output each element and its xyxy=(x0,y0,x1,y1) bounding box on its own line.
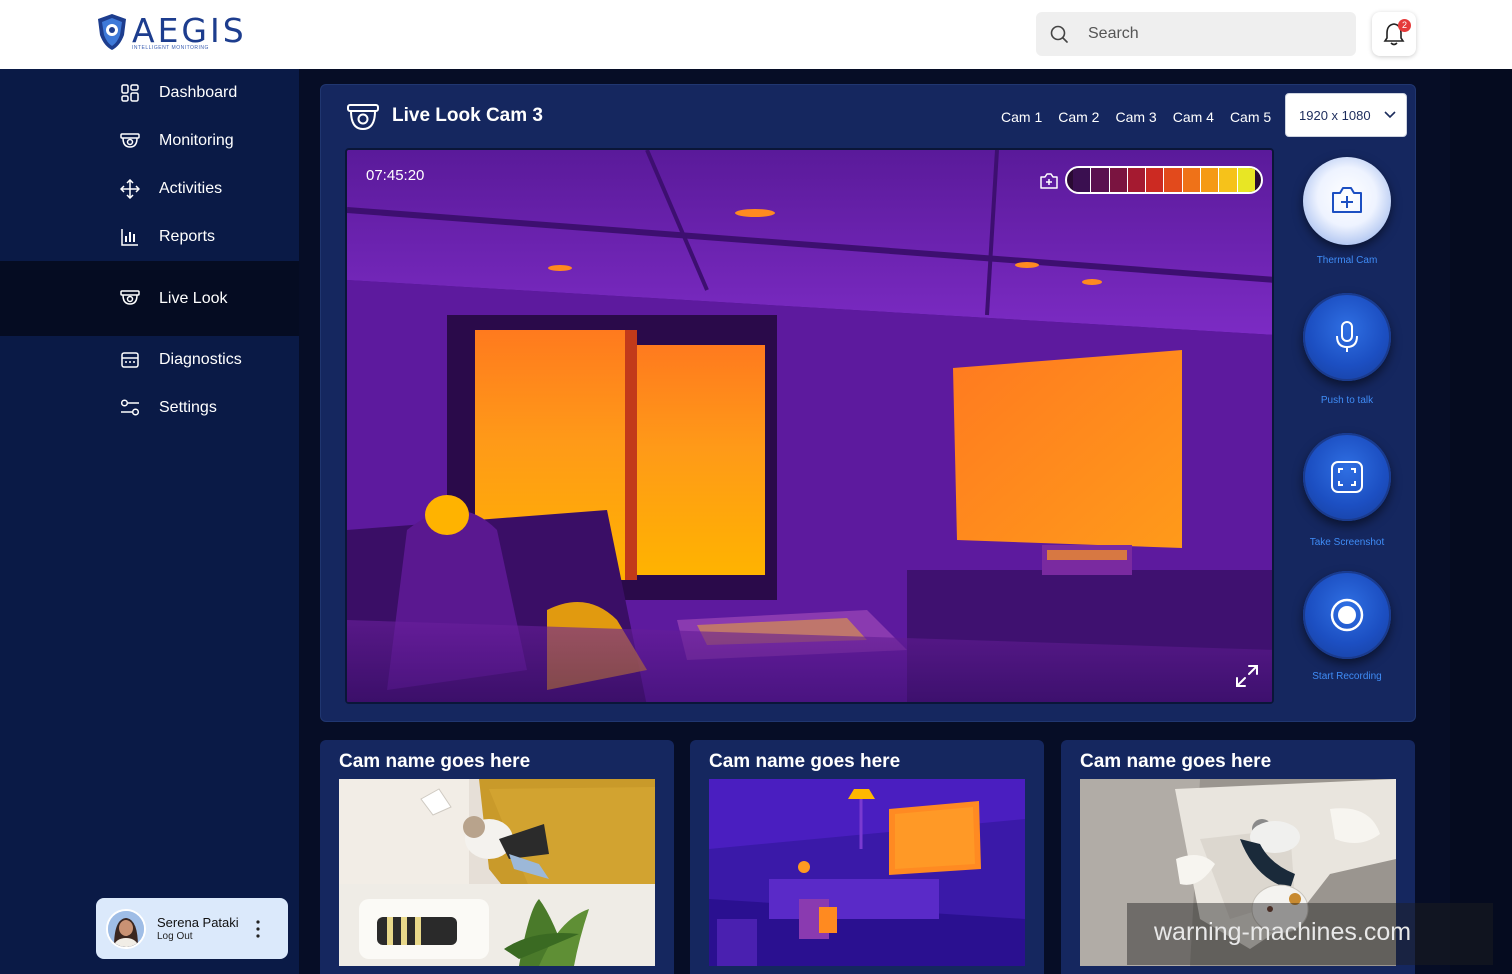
screenshot-icon xyxy=(1331,461,1363,493)
tab-cam-2[interactable]: Cam 2 xyxy=(1058,109,1099,125)
camera-thumbnail[interactable] xyxy=(709,779,1025,966)
camera-thumbnail[interactable] xyxy=(339,779,655,966)
right-edge xyxy=(1450,69,1512,974)
sidebar-item-label: Settings xyxy=(159,399,217,416)
sidebar-item-label: Dashboard xyxy=(159,84,238,101)
brand-tagline: INTELLIGENT MONITORING xyxy=(132,45,209,51)
user-card[interactable]: Serena Pataki Log Out xyxy=(96,898,288,959)
microphone-icon xyxy=(1336,321,1358,352)
camera-icon xyxy=(120,133,140,148)
top-bar: AEGIS INTELLIGENT MONITORING 2 xyxy=(0,0,1512,69)
brand-name: AEGIS xyxy=(132,11,247,50)
sidebar-item-settings[interactable]: Settings xyxy=(0,384,299,432)
push-to-talk-button[interactable] xyxy=(1303,293,1391,381)
camera-card[interactable]: Cam name goes here xyxy=(690,740,1044,974)
sidebar-item-label: Diagnostics xyxy=(159,351,242,368)
watermark: warning-machines.com xyxy=(1127,903,1493,965)
sidebar-item-label: Activities xyxy=(159,180,223,197)
resolution-select[interactable]: 1920 x 1080 xyxy=(1285,93,1407,137)
tab-cam-5[interactable]: Cam 5 xyxy=(1230,109,1271,125)
camera-plus-icon[interactable] xyxy=(1039,172,1059,190)
tab-cam-3[interactable]: Cam 3 xyxy=(1115,109,1156,125)
start-recording-button[interactable] xyxy=(1303,571,1391,659)
take-screenshot-button[interactable] xyxy=(1303,433,1391,521)
notification-badge: 2 xyxy=(1398,19,1411,32)
camera-tabs: Cam 1 Cam 2 Cam 3 Cam 4 Cam 5 xyxy=(1001,109,1287,125)
page-title: Live Look Cam 3 xyxy=(392,105,543,126)
push-to-talk-label: Push to talk xyxy=(1320,395,1374,406)
start-recording-label: Start Recording xyxy=(1312,671,1382,682)
sidebar-item-monitoring[interactable]: Monitoring xyxy=(0,117,299,165)
take-screenshot-label: Take Screenshot xyxy=(1309,537,1385,548)
sliders-icon xyxy=(120,399,140,416)
search-icon xyxy=(1050,25,1068,43)
temperature-scale xyxy=(1065,166,1263,194)
search-input[interactable] xyxy=(1088,12,1338,56)
camera-icon xyxy=(347,104,379,131)
camera-card-title: Cam name goes here xyxy=(1080,751,1272,772)
camera-plus-icon xyxy=(1332,187,1362,213)
thermal-cam-button[interactable] xyxy=(1303,157,1391,245)
sidebar: Dashboard Monitoring Activities Reports xyxy=(0,69,299,974)
camera-card-title: Cam name goes here xyxy=(709,751,901,772)
move-icon xyxy=(120,179,140,199)
notifications-button[interactable]: 2 xyxy=(1372,12,1416,56)
aegis-logo[interactable]: AEGIS INTELLIGENT MONITORING xyxy=(96,13,244,53)
sidebar-item-diagnostics[interactable]: Diagnostics xyxy=(0,336,299,384)
diagnostics-icon xyxy=(121,352,139,368)
sidebar-item-dashboard[interactable]: Dashboard xyxy=(0,69,299,117)
chevron-down-icon xyxy=(1384,111,1396,119)
camera-icon xyxy=(120,290,140,305)
sidebar-item-activities[interactable]: Activities xyxy=(0,165,299,213)
camera-card-title: Cam name goes here xyxy=(339,751,531,772)
avatar xyxy=(106,909,146,949)
logout-link[interactable]: Log Out xyxy=(157,931,193,942)
record-icon xyxy=(1330,598,1364,632)
search-box[interactable] xyxy=(1036,12,1356,56)
thermal-cam-label: Thermal Cam xyxy=(1316,255,1378,266)
tab-cam-4[interactable]: Cam 4 xyxy=(1173,109,1214,125)
tab-cam-1[interactable]: Cam 1 xyxy=(1001,109,1042,125)
live-video-feed[interactable]: 07:45:20 xyxy=(345,148,1274,704)
bar-chart-icon xyxy=(121,229,138,246)
watermark-text: warning-machines.com xyxy=(1154,918,1412,946)
sidebar-item-label: Live Look xyxy=(159,289,228,307)
expand-icon[interactable] xyxy=(1235,664,1259,688)
live-look-panel: Live Look Cam 3 Cam 1 Cam 2 Cam 3 Cam 4 … xyxy=(320,84,1416,722)
thermal-room-image xyxy=(347,150,1272,702)
dashboard-icon xyxy=(121,84,139,102)
user-name: Serena Pataki xyxy=(157,915,239,930)
feed-timestamp: 07:45:20 xyxy=(366,167,425,184)
sidebar-item-reports[interactable]: Reports xyxy=(0,213,299,261)
sidebar-item-live-look[interactable]: Live Look xyxy=(0,261,299,336)
sidebar-item-label: Monitoring xyxy=(159,132,234,149)
camera-card[interactable]: Cam name goes here xyxy=(320,740,674,974)
resolution-value: 1920 x 1080 xyxy=(1299,108,1371,123)
shield-icon xyxy=(98,14,126,50)
kebab-menu-icon[interactable] xyxy=(254,918,262,940)
sidebar-item-label: Reports xyxy=(159,228,216,245)
